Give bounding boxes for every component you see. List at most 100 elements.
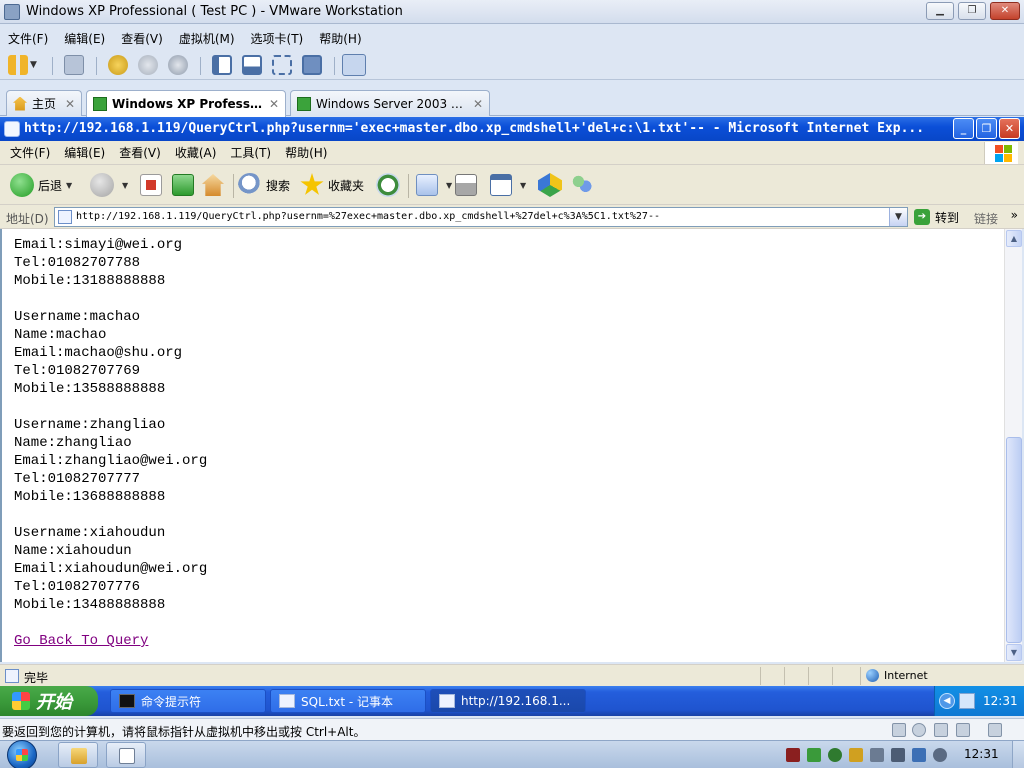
security-zone: Internet [866,669,928,682]
tray-volume-icon[interactable] [933,748,947,762]
network-connection-icon[interactable] [959,693,975,709]
show-sidebar-icon[interactable] [212,55,232,75]
ie-menu-help[interactable]: 帮助(H) [285,144,327,161]
mail-dropdown-icon[interactable]: ▼ [446,181,452,190]
vmware-hint-text: 要返回到您的计算机，请将鼠标指针从虚拟机中移出或按 Ctrl+Alt。 [2,725,366,739]
ie-menu-file[interactable]: 文件(F) [10,144,50,161]
ie-close-button[interactable]: ✕ [999,118,1020,139]
snapshot-icon[interactable] [108,55,128,75]
snapshot-manager-icon[interactable] [168,55,188,75]
scroll-down-arrow-icon[interactable]: ▼ [1006,644,1022,661]
toolbar-more-chevron-icon[interactable]: » [1011,208,1018,222]
ie-menu-tools[interactable]: 工具(T) [230,144,271,161]
search-button[interactable]: 搜索 [238,172,290,198]
display-icon[interactable] [956,723,970,737]
full-screen-icon[interactable] [272,55,292,75]
discuss-button[interactable] [538,172,566,198]
network-icon[interactable] [64,55,84,75]
ie-menu-favorites[interactable]: 收藏(A) [175,144,217,161]
message-icon[interactable] [988,723,1002,737]
vmware-menu-file[interactable]: 文件(F) [8,30,48,47]
ie-minimize-button[interactable]: _ [953,118,974,139]
home-button[interactable] [202,172,228,198]
vmware-menu-vm[interactable]: 虚拟机(M) [179,30,235,47]
edit-dropdown-icon[interactable]: ▼ [520,181,526,190]
vmware-close-button[interactable]: ✕ [990,2,1020,20]
favorites-button[interactable]: 收藏夹 [300,172,364,198]
tray-app-icon[interactable] [807,748,821,762]
host-taskbar-explorer[interactable] [58,742,98,768]
tray-shield-icon[interactable] [828,748,842,762]
print-button[interactable] [455,172,481,198]
tab-windows-server-2003-close-icon[interactable]: ✕ [473,97,483,111]
vmware-menu-help[interactable]: 帮助(H) [319,30,361,47]
network-adapter-icon[interactable] [934,723,948,737]
cd-drive-icon[interactable] [912,723,926,737]
scroll-thumb[interactable] [1006,437,1022,643]
record-tel: Tel:01082707777 [14,471,141,487]
vmware-menu-edit[interactable]: 编辑(E) [64,30,105,47]
pause-dropdown-icon[interactable]: ▼ [30,55,42,75]
history-button[interactable] [376,172,404,198]
messenger-button[interactable] [570,172,598,198]
vmware-minimize-button[interactable]: ▁ [926,2,954,20]
host-start-orb-icon[interactable] [7,740,37,768]
vmware-title-bar[interactable]: Windows XP Professional ( Test PC ) - VM… [0,0,1024,24]
unity-icon[interactable] [302,55,322,75]
tab-windows-xp-close-icon[interactable]: ✕ [269,97,279,111]
record-name: Name:machao [14,327,107,343]
go-back-to-query-link[interactable]: Go Back To Query [14,633,148,649]
tray-expand-arrow-icon[interactable]: ◀ [939,693,955,709]
go-button[interactable]: ➔ 转到 [914,207,959,227]
page-icon [58,210,72,224]
host-taskbar-vmware[interactable] [106,742,146,768]
back-dropdown-icon[interactable]: ▼ [66,181,72,190]
tray-app-icon[interactable] [849,748,863,762]
ie-menu-edit[interactable]: 编辑(E) [64,144,105,161]
tab-home-close-icon[interactable]: ✕ [65,97,75,111]
xp-start-button[interactable]: 开始 [0,686,98,716]
scroll-up-arrow-icon[interactable]: ▲ [1006,230,1022,247]
hard-disk-icon[interactable] [892,723,906,737]
vmware-restore-button[interactable]: ❐ [958,2,986,20]
vmware-menu-view[interactable]: 查看(V) [121,30,163,47]
forward-button[interactable]: ▼ [90,172,128,198]
address-input[interactable]: http://192.168.1.119/QueryCtrl.php?usern… [54,207,908,227]
tray-network-icon[interactable] [912,748,926,762]
ie-title-bar[interactable]: http://192.168.1.119/QueryCtrl.php?usern… [0,117,1024,141]
vmware-menu-bar: 文件(F) 编辑(E) 查看(V) 虚拟机(M) 选项卡(T) 帮助(H) [0,26,1024,50]
forward-dropdown-icon[interactable]: ▼ [122,181,128,190]
taskbar-item-ie[interactable]: http://192.168.1... [430,689,586,713]
show-thumbnail-icon[interactable] [242,55,262,75]
console-view-icon[interactable] [342,54,366,76]
tray-app-icon[interactable] [786,748,800,762]
vmware-menu-tabs[interactable]: 选项卡(T) [251,30,304,47]
ie-restore-button[interactable]: ❐ [976,118,997,139]
address-dropdown-icon[interactable]: ▼ [889,208,907,226]
back-button[interactable]: 后退 ▼ [10,172,72,198]
ie-window-title: http://192.168.1.119/QueryCtrl.php?usern… [24,121,925,136]
refresh-button[interactable] [172,172,198,198]
tray-flag-icon[interactable] [891,748,905,762]
page-scrollbar[interactable]: ▲ ▼ [1004,229,1022,662]
go-label: 转到 [935,210,960,225]
tab-home[interactable]: 主页 ✕ [6,90,82,116]
history-icon [376,173,400,197]
status-text: 完毕 [24,671,49,685]
tab-windows-xp[interactable]: Windows XP Professional... ✕ [86,90,286,117]
pause-icon[interactable] [8,55,28,75]
ie-menu-view[interactable]: 查看(V) [119,144,161,161]
links-label[interactable]: 链接 [974,210,998,227]
taskbar-item-cmd[interactable]: 命令提示符 [110,689,266,713]
address-url[interactable]: http://192.168.1.119/QueryCtrl.php?usern… [76,211,660,222]
tab-windows-server-2003[interactable]: Windows Server 2003 Enterpr... ✕ [290,90,490,116]
taskbar-item-notepad[interactable]: SQL.txt - 记事本 [270,689,426,713]
edit-button[interactable]: ▼ [490,172,526,198]
mail-button[interactable]: ▼ [416,172,452,198]
xp-clock[interactable]: 12:31 [983,694,1018,708]
show-desktop-button[interactable] [1012,741,1024,768]
host-clock[interactable]: 12:31 [964,747,999,761]
stop-button[interactable] [140,172,166,198]
revert-snapshot-icon[interactable] [138,55,158,75]
tray-clipboard-icon[interactable] [870,748,884,762]
